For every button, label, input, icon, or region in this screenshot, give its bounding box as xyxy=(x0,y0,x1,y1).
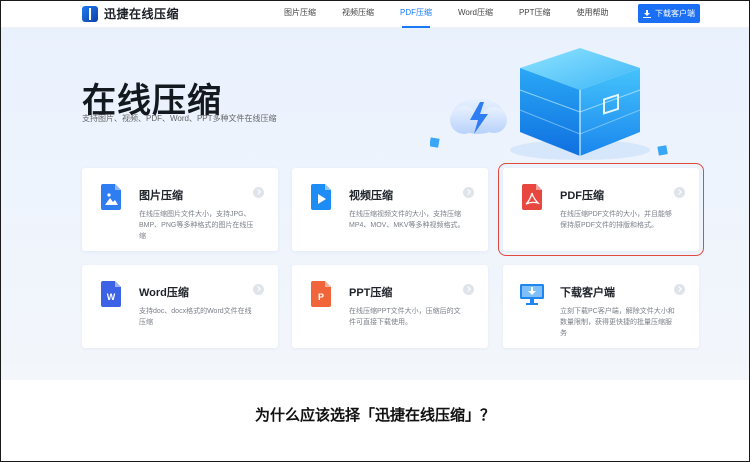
chevron-right-icon xyxy=(253,187,264,198)
card-title: 下载客户端 xyxy=(560,287,615,299)
card-image-compress[interactable]: 图片压缩 在线压缩图片文件大小，支持JPG、BMP、PNG等多种格式的图片在线压… xyxy=(82,168,278,251)
card-title: PDF压缩 xyxy=(560,190,604,202)
site-logo[interactable]: 迅捷在线压缩 xyxy=(82,5,179,22)
nav-item-help[interactable]: 使用帮助 xyxy=(577,0,609,28)
card-download-client[interactable]: 下载客户端 立刻下载PC客户端，解除文件大小和数量限制，获得更快捷的批量压缩服务 xyxy=(503,265,699,348)
logo-icon xyxy=(82,5,98,22)
card-word-compress[interactable]: W Word压缩 支持doc、docx格式的Word文件在线压缩 xyxy=(82,265,278,348)
svg-text:W: W xyxy=(107,292,116,302)
card-video-compress[interactable]: 视频压缩 在线压缩视频文件的大小，支持压缩MP4、MOV、MKV等多种视频格式。 xyxy=(292,168,488,251)
card-title: PPT压缩 xyxy=(349,287,393,299)
chevron-right-icon xyxy=(463,187,474,198)
card-description: 支持doc、docx格式的Word文件在线压缩 xyxy=(139,308,252,326)
hero-subtitle: 支持图片、视频、PDF、Word、PPT多种文件在线压缩 xyxy=(82,114,277,123)
pdf-file-icon xyxy=(522,184,542,210)
download-client-button[interactable]: 下载客户端 xyxy=(638,4,700,23)
chevron-right-icon xyxy=(674,187,685,198)
download-button-label: 下载客户端 xyxy=(655,9,695,18)
desktop-download-icon xyxy=(520,284,544,305)
video-file-icon xyxy=(311,184,331,210)
download-icon xyxy=(643,9,651,18)
chevron-right-icon xyxy=(253,284,264,295)
nav-item-word[interactable]: Word压缩 xyxy=(458,0,493,28)
card-title: 图片压缩 xyxy=(139,190,183,202)
card-pdf-compress[interactable]: PDF压缩 在线压缩PDF文件的大小，并且能够保持原PDF文件的排版和格式。 xyxy=(498,163,704,256)
image-file-icon xyxy=(101,184,121,210)
nav-item-image[interactable]: 图片压缩 xyxy=(284,0,316,28)
logo-text: 迅捷在线压缩 xyxy=(104,7,180,21)
card-description: 在线压缩PPT文件大小，压缩后的文件可直接下载使用。 xyxy=(349,308,461,326)
card-title: 视频压缩 xyxy=(349,190,393,202)
main-nav: 图片压缩 视频压缩 PDF压缩 Word压缩 PPT压缩 使用帮助 xyxy=(284,0,609,28)
top-header: 迅捷在线压缩 图片压缩 视频压缩 PDF压缩 Word压缩 PPT压缩 使用帮助… xyxy=(0,0,750,28)
card-description: 在线压缩视频文件的大小，支持压缩MP4、MOV、MKV等多种视频格式。 xyxy=(349,211,465,229)
nav-item-video[interactable]: 视频压缩 xyxy=(342,0,374,28)
chevron-right-icon xyxy=(463,284,474,295)
nav-item-pdf[interactable]: PDF压缩 xyxy=(400,0,432,28)
card-description: 在线压缩PDF文件的大小，并且能够保持原PDF文件的排版和格式。 xyxy=(560,211,672,229)
card-ppt-compress[interactable]: P PPT压缩 在线压缩PPT文件大小，压缩后的文件可直接下载使用。 xyxy=(292,265,488,348)
card-description: 立刻下载PC客户端，解除文件大小和数量限制，获得更快捷的批量压缩服务 xyxy=(560,308,675,337)
section-heading: 为什么应该选择「迅捷在线压缩」？ xyxy=(254,407,495,424)
chevron-right-icon xyxy=(674,284,685,295)
compression-box-illustration xyxy=(430,48,668,160)
card-description: 在线压缩图片文件大小，支持JPG、BMP、PNG等多种格式的图片在线压缩 xyxy=(139,211,254,240)
nav-item-ppt[interactable]: PPT压缩 xyxy=(519,0,551,28)
svg-text:P: P xyxy=(318,292,324,302)
card-title: Word压缩 xyxy=(139,287,189,299)
ppt-file-icon: P xyxy=(311,281,331,307)
word-file-icon: W xyxy=(101,281,121,307)
